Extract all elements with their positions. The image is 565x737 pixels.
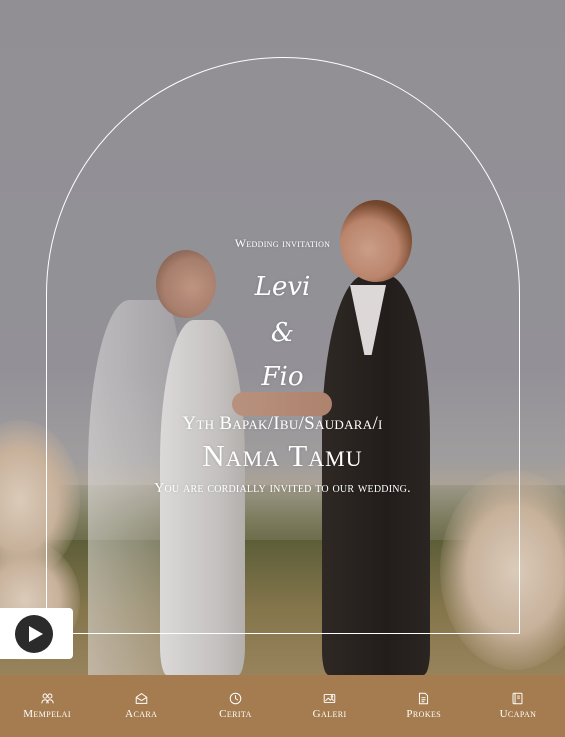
nav-item-prokes[interactable]: Prokes	[377, 675, 471, 737]
guestbook-icon	[512, 692, 523, 705]
gallery-icon	[323, 693, 336, 704]
document-icon	[419, 692, 429, 705]
play-icon	[28, 626, 43, 642]
bottom-nav: Mempelai Acara Cerita Galeri Prokes Ucap…	[0, 675, 565, 737]
invite-note: You are cordially invited to our wedding…	[154, 481, 411, 496]
play-button[interactable]	[15, 615, 53, 653]
nav-label: Cerita	[219, 708, 252, 720]
groom-name: Levi	[254, 272, 311, 302]
nav-label: Prokes	[406, 708, 442, 720]
nav-item-galeri[interactable]: Galeri	[283, 675, 377, 737]
ampersand: &	[270, 318, 295, 348]
nav-label: Galeri	[312, 708, 347, 720]
couple-icon	[40, 693, 54, 704]
bride-name: Fio	[261, 362, 304, 392]
guest-name: Nama Tamu	[202, 438, 363, 473]
nav-item-ucapan[interactable]: Ucapan	[471, 675, 565, 737]
nav-item-cerita[interactable]: Cerita	[188, 675, 282, 737]
recipient-label: Yth Bapak/Ibu/Saudara/i	[182, 413, 383, 434]
nav-item-acara[interactable]: Acara	[94, 675, 188, 737]
nav-label: Mempelai	[23, 708, 71, 720]
clock-icon	[229, 692, 242, 705]
envelope-icon	[135, 693, 148, 704]
nav-label: Ucapan	[499, 708, 537, 720]
invitation-label: Wedding invitation	[234, 236, 331, 250]
nav-item-mempelai[interactable]: Mempelai	[0, 675, 94, 737]
nav-label: Acara	[125, 708, 158, 720]
